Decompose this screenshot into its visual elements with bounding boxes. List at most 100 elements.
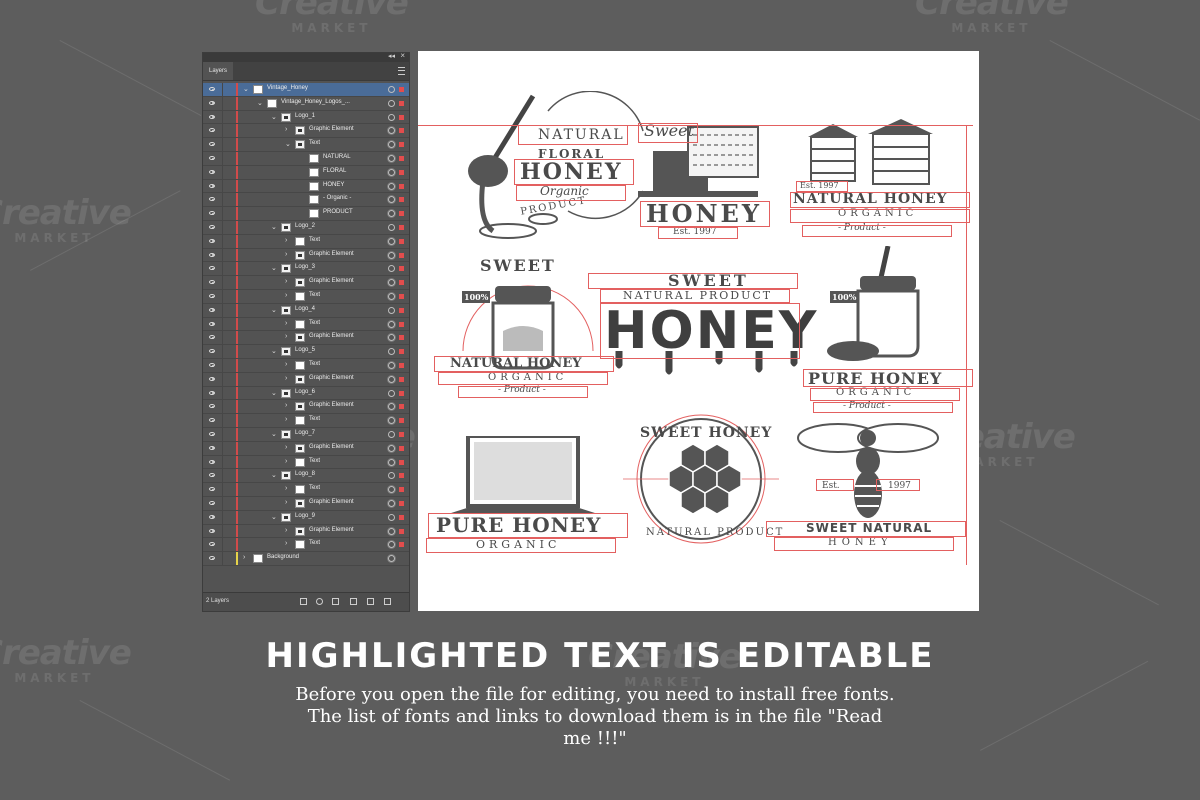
layer-label[interactable]: Text	[309, 237, 320, 243]
eye-icon[interactable]	[209, 321, 215, 326]
layer-label[interactable]: Background	[267, 554, 299, 560]
lock-toggle[interactable]	[222, 83, 234, 96]
layer-label[interactable]: - Organic -	[323, 195, 351, 201]
chevron-right-icon[interactable]: ›	[285, 499, 287, 506]
target-icon[interactable]	[388, 500, 395, 507]
chevron-right-icon[interactable]: ›	[285, 320, 287, 327]
target-icon[interactable]	[388, 555, 395, 563]
chevron-down-icon[interactable]: ⌄	[271, 223, 277, 231]
layer-label[interactable]: Graphic Element	[309, 444, 354, 450]
layer-label[interactable]: Graphic Element	[309, 527, 354, 533]
export-icon[interactable]	[300, 598, 307, 605]
selection-indicator[interactable]	[399, 156, 404, 161]
selection-indicator[interactable]	[399, 528, 404, 534]
eye-icon[interactable]	[209, 528, 215, 533]
selection-indicator[interactable]	[399, 459, 404, 465]
eye-icon[interactable]	[209, 445, 215, 450]
visibility-toggle[interactable]	[203, 262, 223, 276]
visibility-toggle[interactable]	[203, 290, 223, 303]
eye-icon[interactable]	[209, 225, 215, 229]
lock-toggle[interactable]	[222, 138, 234, 151]
layer-row[interactable]: › Text	[203, 317, 409, 332]
tab-layers[interactable]: Layers	[203, 62, 234, 80]
layer-label[interactable]: Text	[309, 485, 320, 491]
eye-icon[interactable]	[209, 100, 215, 105]
selection-indicator[interactable]	[399, 376, 404, 382]
layer-label[interactable]: Logo_6	[295, 389, 315, 395]
layer-label[interactable]: Vintage_Honey	[267, 85, 308, 91]
target-icon[interactable]	[388, 265, 395, 273]
eye-icon[interactable]	[209, 390, 215, 395]
logo1-honey-bbox[interactable]	[514, 159, 634, 185]
visibility-toggle[interactable]	[203, 455, 223, 469]
layer-row[interactable]: › Graphic Element	[203, 372, 409, 387]
layer-label[interactable]: Vintage_Honey_Logos_...	[281, 99, 350, 105]
layer-row[interactable]: › Text	[203, 455, 409, 470]
logo4-sub-bbox[interactable]	[438, 372, 608, 385]
chevron-right-icon[interactable]: ›	[285, 278, 287, 285]
layer-label[interactable]: NATURAL	[323, 154, 351, 160]
logo4-badge-text[interactable]: 100%	[462, 291, 491, 303]
panel-menu-icon[interactable]	[398, 67, 405, 75]
lock-toggle[interactable]	[222, 331, 234, 344]
target-icon[interactable]	[388, 210, 395, 218]
target-icon[interactable]	[388, 458, 395, 466]
layer-label[interactable]: Graphic Element	[309, 499, 354, 505]
eye-icon[interactable]	[209, 335, 215, 340]
layer-label[interactable]: Logo_4	[295, 306, 315, 312]
visibility-toggle[interactable]	[203, 124, 223, 138]
target-icon[interactable]	[388, 155, 395, 162]
layer-row[interactable]: › Text	[203, 538, 409, 553]
layer-label[interactable]: Logo_5	[295, 347, 315, 353]
chevron-down-icon[interactable]: ⌄	[271, 471, 277, 479]
selection-indicator[interactable]	[399, 307, 404, 313]
layer-label[interactable]: Text	[309, 361, 320, 367]
selection-indicator[interactable]	[399, 280, 404, 286]
lock-toggle[interactable]	[222, 359, 234, 372]
eye-icon[interactable]	[209, 459, 215, 464]
layer-row[interactable]: › Text	[203, 234, 409, 249]
selection-indicator[interactable]	[399, 142, 404, 148]
eye-icon[interactable]	[209, 376, 215, 381]
layer-label[interactable]: Logo_9	[295, 513, 315, 519]
artboard[interactable]: NATURAL FLORAL HONEY Organic PRODUCT Swe…	[418, 51, 979, 611]
target-icon[interactable]	[388, 224, 395, 231]
logo7-main-bbox[interactable]	[428, 513, 628, 538]
selection-indicator[interactable]	[399, 335, 404, 341]
target-icon[interactable]	[388, 320, 395, 328]
layer-label[interactable]: PRODUCT	[323, 209, 353, 215]
locate-object-icon[interactable]	[316, 598, 323, 605]
target-icon[interactable]	[388, 168, 395, 176]
layer-row[interactable]: › Graphic Element	[203, 497, 409, 511]
chevron-down-icon[interactable]: ⌄	[271, 306, 277, 314]
visibility-toggle[interactable]	[203, 152, 223, 165]
visibility-toggle[interactable]	[203, 138, 223, 151]
logo5-honey-bbox[interactable]	[600, 303, 800, 359]
selection-indicator[interactable]	[399, 225, 404, 230]
selection-indicator[interactable]	[399, 211, 404, 217]
visibility-toggle[interactable]	[203, 303, 223, 317]
panel-title-bar[interactable]: ◂◂ ×	[203, 51, 409, 62]
visibility-toggle[interactable]	[203, 524, 223, 538]
layer-label[interactable]: Text	[309, 458, 320, 464]
selection-indicator[interactable]	[399, 542, 404, 548]
lock-toggle[interactable]	[222, 180, 234, 193]
layer-row[interactable]: ⌄ Vintage_Honey	[203, 83, 409, 97]
chevron-right-icon[interactable]: ›	[285, 251, 287, 258]
selection-indicator[interactable]	[399, 87, 404, 92]
lock-toggle[interactable]	[222, 111, 234, 124]
target-icon[interactable]	[388, 182, 395, 190]
selection-indicator[interactable]	[399, 404, 404, 410]
target-icon[interactable]	[388, 444, 395, 452]
layer-row[interactable]: ⌄ Vintage_Honey_Logos_...	[203, 96, 409, 111]
lock-toggle[interactable]	[222, 525, 234, 538]
chevron-down-icon[interactable]: ⌄	[285, 140, 291, 148]
target-icon[interactable]	[388, 237, 395, 245]
eye-icon[interactable]	[209, 404, 215, 409]
lock-toggle[interactable]	[222, 124, 234, 137]
layer-label[interactable]: Graphic Element	[309, 251, 354, 257]
eye-icon[interactable]	[209, 142, 215, 147]
lock-toggle[interactable]	[222, 262, 234, 275]
lock-toggle[interactable]	[222, 207, 234, 220]
visibility-toggle[interactable]	[203, 414, 223, 427]
